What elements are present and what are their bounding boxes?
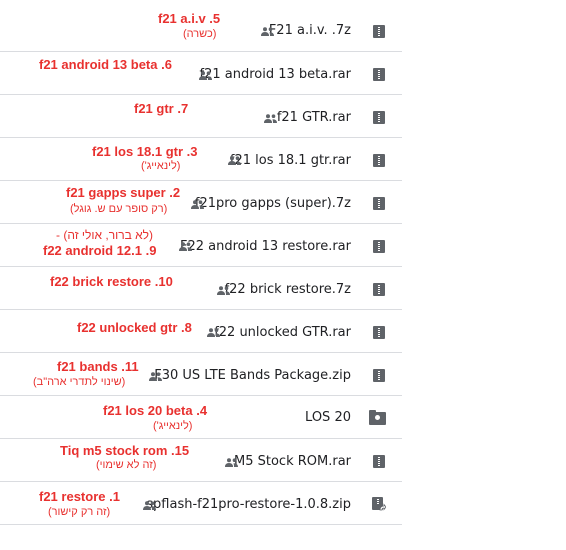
- file-row[interactable]: M5 Stock ROM.rar Tiq m5 stock rom .15 (ז…: [0, 439, 402, 482]
- file-row[interactable]: f22 unlocked GTR.rar f22 unlocked gtr .8: [0, 310, 402, 353]
- file-list: F21 a.i.v. .7z f21 a.i.v .5 (כשרה) f21 a…: [0, 0, 402, 525]
- file-name[interactable]: F30 US LTE Bands Package.zip: [154, 368, 351, 383]
- archive-file-icon: [373, 111, 385, 124]
- annotation-subtitle: (כשרה): [183, 28, 217, 40]
- file-row[interactable]: f21 android 13 beta.rar f21 android 13 b…: [0, 52, 402, 95]
- shared-folder-icon: [369, 410, 386, 425]
- archive-file-icon: [373, 25, 385, 38]
- annotation-subtitle: (לינאייג'): [141, 160, 181, 172]
- file-row[interactable]: f21 los 18.1 gtr.rar f21 los 18.1 gtr .3…: [0, 138, 402, 181]
- archive-file-icon: [373, 240, 385, 253]
- shared-people-icon: [149, 372, 162, 381]
- file-row[interactable]: F22 android 13 restore.rar (לא ברור, אול…: [0, 224, 402, 267]
- annotation-subtitle: (זה רק קישור): [48, 506, 111, 518]
- shared-people-icon: [199, 71, 212, 80]
- annotation-title: f21 los 20 beta .4: [103, 403, 208, 418]
- archive-file-icon: [373, 283, 385, 296]
- shared-people-icon: [261, 27, 274, 36]
- file-row[interactable]: F21 a.i.v. .7z f21 a.i.v .5 (כשרה): [0, 0, 402, 52]
- archive-shortcut-icon: [372, 497, 386, 511]
- shared-people-icon: [191, 200, 204, 209]
- annotation-subtitle: (לינאייג'): [153, 420, 193, 432]
- file-name[interactable]: f22 unlocked GTR.rar: [214, 325, 351, 340]
- annotation-title: Tiq m5 stock rom .15: [60, 443, 190, 458]
- annotation-title: f21 gtr .7: [134, 101, 189, 116]
- file-name[interactable]: f22 brick restore.7z: [225, 282, 351, 297]
- file-name[interactable]: f21 android 13 beta.rar: [200, 67, 352, 82]
- archive-file-icon: [373, 154, 385, 167]
- file-name[interactable]: spflash-f21pro-restore-1.0.8.zip: [146, 497, 351, 512]
- shared-people-icon: [179, 242, 192, 251]
- shared-people-icon: [207, 328, 220, 337]
- shared-people-icon: [264, 114, 277, 123]
- file-name[interactable]: F21 a.i.v. .7z: [269, 23, 351, 38]
- archive-file-icon: [373, 197, 385, 210]
- annotation-title: f22 brick restore .10: [50, 274, 173, 289]
- file-row[interactable]: f22 brick restore.7z f22 brick restore .…: [0, 267, 402, 310]
- archive-file-icon: [373, 68, 385, 81]
- annotation-subtitle: (רק סופר עם ש. גוגל): [70, 203, 168, 215]
- file-row[interactable]: spflash-f21pro-restore-1.0.8.zip f21 res…: [0, 482, 402, 525]
- annotation-title: f21 bands .11: [57, 359, 139, 374]
- annotation-title: f21 restore .1: [39, 489, 120, 504]
- annotation-title: f21 android 13 beta .6: [39, 57, 172, 72]
- file-row[interactable]: F30 US LTE Bands Package.zip f21 bands .…: [0, 353, 402, 396]
- folder-name[interactable]: LOS 20: [305, 410, 351, 425]
- archive-file-icon: [373, 326, 385, 339]
- folder-row[interactable]: LOS 20 f21 los 20 beta .4 (לינאייג'): [0, 396, 402, 439]
- file-name[interactable]: f21 GTR.rar: [277, 110, 351, 125]
- annotation-subtitle: f22 android 12.1 .9: [43, 243, 157, 258]
- archive-file-icon: [373, 369, 385, 382]
- shared-people-icon: [217, 286, 230, 295]
- annotation-title: f21 gapps super .2: [66, 185, 181, 200]
- shared-people-icon: [228, 156, 241, 165]
- annotation-title: (לא ברור, אולי זה) -: [56, 228, 154, 242]
- file-row[interactable]: f21pro gapps (super).7z f21 gapps super …: [0, 181, 402, 224]
- file-row[interactable]: f21 GTR.rar f21 gtr .7: [0, 95, 402, 138]
- file-name[interactable]: F22 android 13 restore.rar: [180, 239, 351, 254]
- annotation-title: f22 unlocked gtr .8: [77, 320, 192, 335]
- shared-people-icon: [143, 501, 156, 510]
- archive-file-icon: [373, 455, 385, 468]
- file-name[interactable]: f21pro gapps (super).7z: [195, 196, 351, 211]
- annotation-subtitle: (זה לא שימוי): [96, 459, 157, 471]
- annotation-subtitle: (שינוי לתדרי ארה"ב): [33, 376, 126, 388]
- file-name[interactable]: M5 Stock ROM.rar: [234, 454, 351, 469]
- annotation-title: f21 a.i.v .5: [158, 11, 221, 26]
- annotation-title: f21 los 18.1 gtr .3: [92, 144, 198, 159]
- file-name[interactable]: f21 los 18.1 gtr.rar: [230, 153, 351, 168]
- shared-people-icon: [225, 458, 238, 467]
